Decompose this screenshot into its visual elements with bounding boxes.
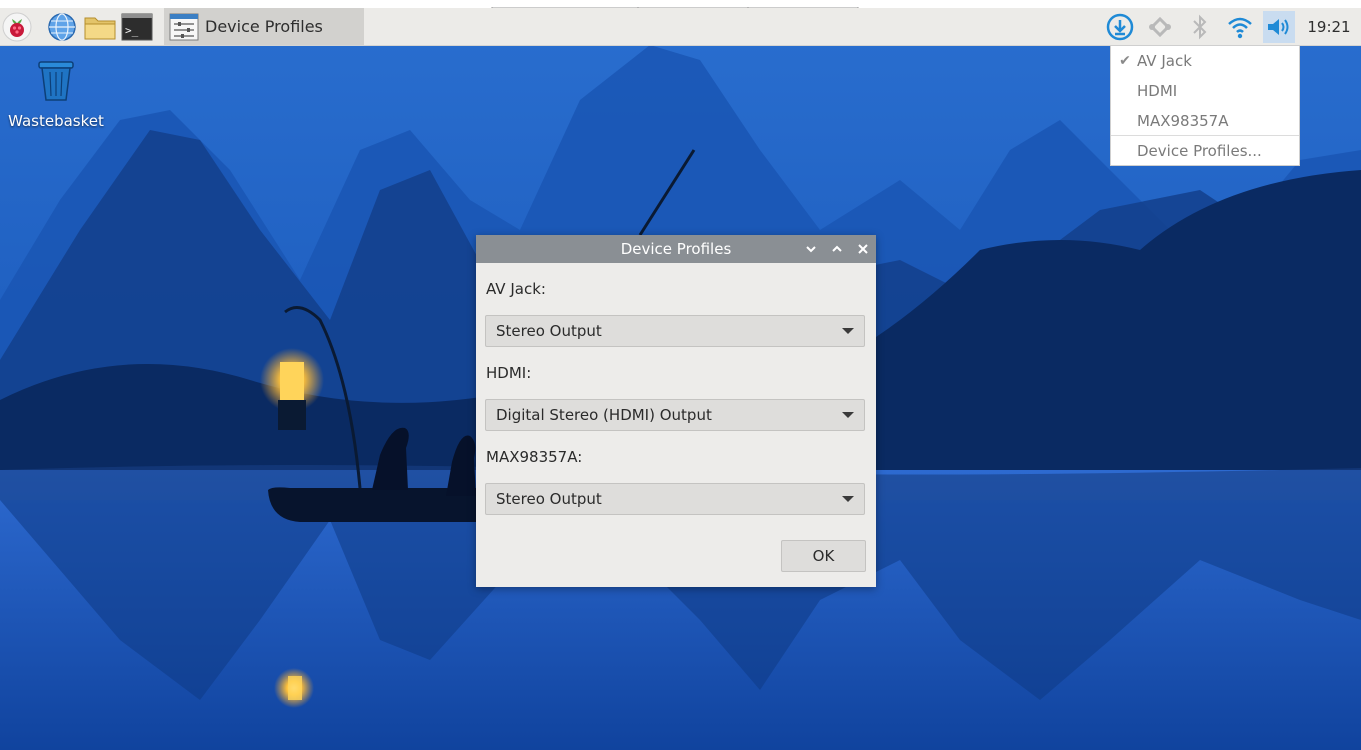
taskbar: >_ Device Profiles 19:21 — [0, 8, 1361, 46]
chevron-up-icon — [832, 245, 842, 252]
combo-value: Stereo Output — [496, 490, 602, 508]
volume-icon — [1268, 19, 1289, 35]
web-browser-launcher[interactable] — [46, 11, 78, 43]
audio-output-menu: ✔ AV Jack HDMI MAX98357A Device Profiles… — [1110, 45, 1300, 166]
clock[interactable]: 19:21 — [1303, 8, 1355, 45]
menu-item-label: Device Profiles... — [1137, 142, 1262, 160]
taskbar-task-device-profiles[interactable]: Device Profiles — [164, 8, 364, 45]
download-update-icon — [1106, 13, 1134, 41]
checkmark-icon: ✔ — [1119, 53, 1131, 69]
top-strip — [0, 0, 1361, 15]
combo-value: Digital Stereo (HDMI) Output — [496, 406, 712, 424]
close-button[interactable] — [855, 241, 871, 257]
menu-item-device-profiles[interactable]: Device Profiles... — [1111, 136, 1299, 166]
chevron-down-icon — [806, 246, 816, 253]
volume-tray-button[interactable] — [1263, 11, 1295, 43]
max98357a-profile-select[interactable]: Stereo Output — [485, 483, 865, 515]
wastebasket-desktop-icon[interactable]: Wastebasket — [4, 58, 108, 130]
menu-item-av-jack[interactable]: ✔ AV Jack — [1111, 46, 1299, 76]
maximize-button[interactable] — [829, 241, 845, 257]
menu-item-label: HDMI — [1137, 82, 1178, 100]
terminal-icon: >_ — [121, 13, 153, 41]
menu-item-label: AV Jack — [1137, 52, 1192, 70]
wastebasket-label: Wastebasket — [8, 112, 104, 130]
bluetooth-icon — [1193, 14, 1207, 40]
globe-icon — [48, 13, 76, 41]
task-label: Device Profiles — [205, 17, 323, 36]
av-jack-profile-select[interactable]: Stereo Output — [485, 315, 865, 347]
raspberry-pi-icon — [2, 12, 32, 42]
menu-item-max98357a[interactable]: MAX98357A — [1111, 106, 1299, 136]
wifi-icon — [1228, 17, 1252, 39]
dropdown-arrow-icon — [842, 328, 854, 334]
ok-button[interactable]: OK — [781, 540, 866, 572]
wastebasket-icon — [38, 61, 74, 101]
max98357a-label: MAX98357A: — [486, 448, 583, 466]
combo-value: Stereo Output — [496, 322, 602, 340]
vnc-icon — [1149, 16, 1171, 38]
dropdown-arrow-icon — [842, 496, 854, 502]
hdmi-label: HDMI: — [486, 364, 532, 382]
bluetooth-tray-button[interactable] — [1184, 11, 1216, 43]
raspberry-menu-button[interactable] — [1, 11, 33, 43]
menu-item-hdmi[interactable]: HDMI — [1111, 76, 1299, 106]
dialog-titlebar[interactable]: Device Profiles — [476, 235, 876, 263]
dropdown-arrow-icon — [842, 412, 854, 418]
av-jack-label: AV Jack: — [486, 280, 546, 298]
vnc-tray-button[interactable] — [1144, 11, 1176, 43]
device-profiles-dialog: Device Profiles AV Jack: Stereo Output H… — [476, 235, 876, 587]
updater-tray-button[interactable] — [1104, 11, 1136, 43]
close-icon — [858, 244, 868, 254]
folder-icon — [84, 17, 116, 40]
wifi-tray-button[interactable] — [1224, 11, 1256, 43]
hdmi-profile-select[interactable]: Digital Stereo (HDMI) Output — [485, 399, 865, 431]
settings-window-icon — [169, 13, 199, 40]
menu-item-label: MAX98357A — [1137, 112, 1229, 130]
file-manager-launcher[interactable] — [84, 11, 116, 43]
terminal-launcher[interactable]: >_ — [121, 11, 153, 43]
minimize-button[interactable] — [803, 241, 819, 257]
svg-text:>_: >_ — [125, 24, 139, 37]
